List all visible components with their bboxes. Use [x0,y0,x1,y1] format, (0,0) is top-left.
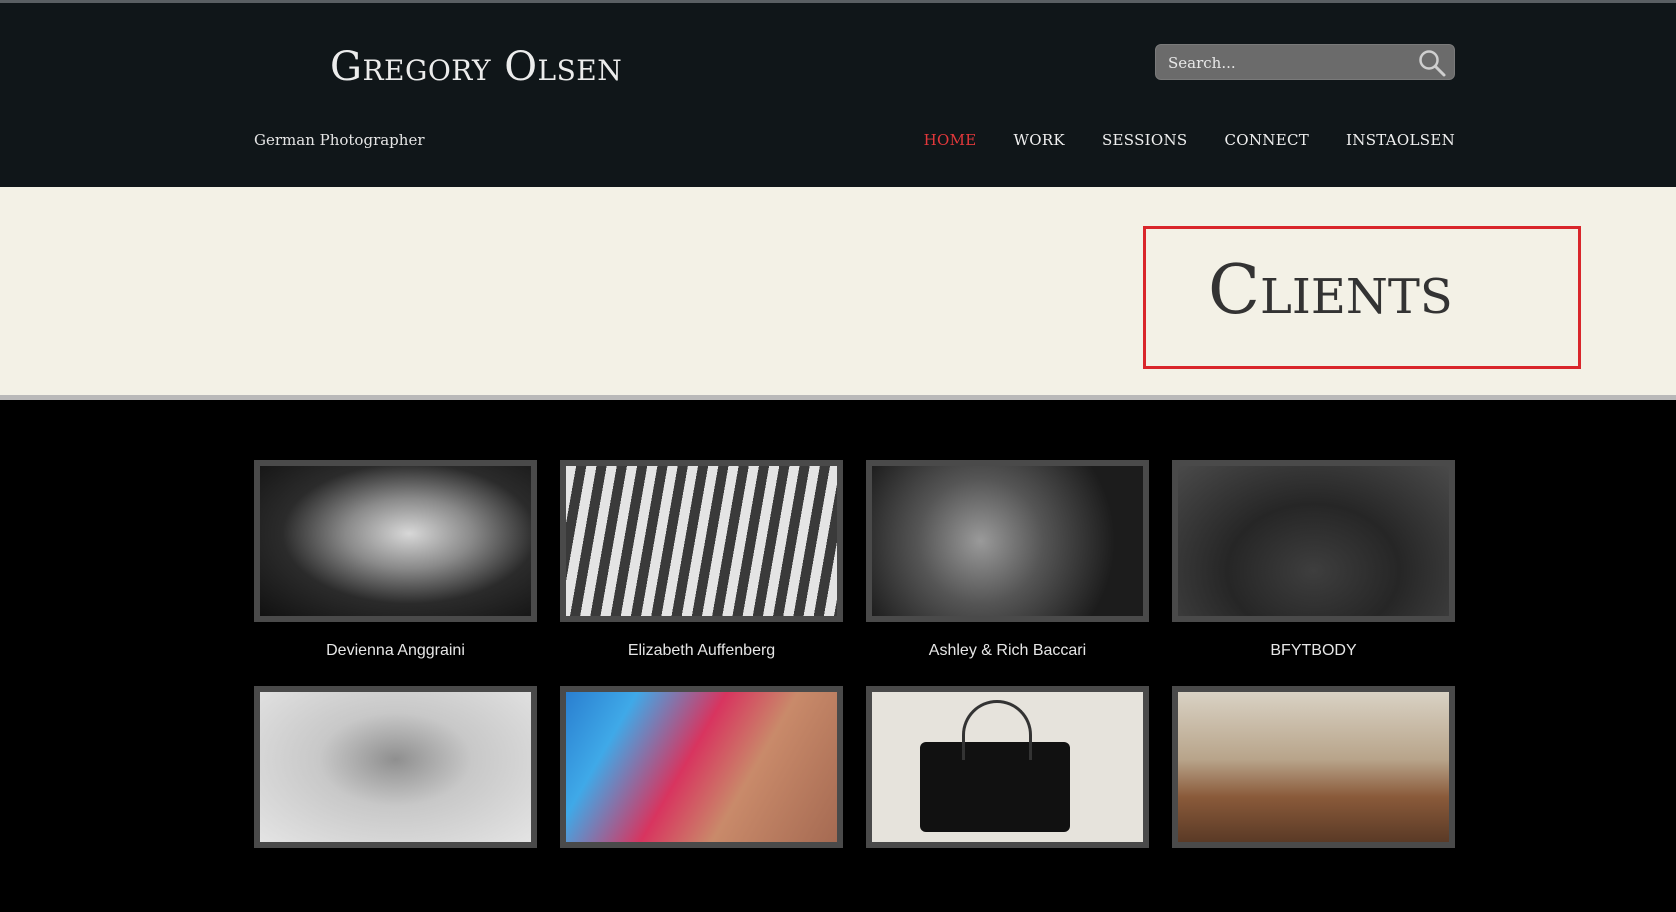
client-photo[interactable] [1172,686,1455,848]
client-name[interactable]: BFYTBODY [1172,642,1455,660]
nav-item-connect[interactable]: CONNECT [1224,131,1309,149]
nav-item-home[interactable]: HOME [924,131,977,149]
page-title: Clients [1208,251,1453,330]
search-input[interactable] [1166,45,1410,81]
page-hero: Clients [0,187,1676,400]
search-box [1155,44,1455,81]
client-card[interactable] [1172,686,1455,912]
client-name[interactable]: Ashley & Rich Baccari [866,642,1149,660]
client-card[interactable]: Ashley & Rich Baccari [866,460,1149,686]
client-card[interactable]: Elizabeth Auffenberg [560,460,843,686]
nav-item-work[interactable]: WORK [1014,131,1065,149]
search-icon[interactable] [1416,47,1448,79]
client-photo[interactable] [866,686,1149,848]
client-photo[interactable] [1172,460,1455,622]
page-title-highlight: Clients [1143,226,1581,369]
nav-item-sessions[interactable]: SESSIONS [1102,131,1188,149]
client-card[interactable] [254,686,537,912]
client-card[interactable] [560,686,843,912]
site-tagline: German Photographer [254,131,425,149]
client-name[interactable]: Devienna Anggraini [254,642,537,660]
client-photo[interactable] [866,460,1149,622]
client-name[interactable]: Elizabeth Auffenberg [560,642,843,660]
clients-grid: Devienna Anggraini Elizabeth Auffenberg … [254,460,1455,912]
client-photo[interactable] [560,686,843,848]
site-header: Gregory Olsen German Photographer HOME W… [0,3,1676,187]
client-photo[interactable] [254,460,537,622]
site-logo[interactable]: Gregory Olsen [330,47,622,87]
main-nav: HOME WORK SESSIONS CONNECT INSTAOLSEN [924,131,1455,149]
nav-item-instaolsen[interactable]: INSTAOLSEN [1346,131,1455,149]
client-card[interactable] [866,686,1149,912]
client-card[interactable]: BFYTBODY [1172,460,1455,686]
client-photo[interactable] [560,460,843,622]
client-card[interactable]: Devienna Anggraini [254,460,537,686]
client-photo[interactable] [254,686,537,848]
